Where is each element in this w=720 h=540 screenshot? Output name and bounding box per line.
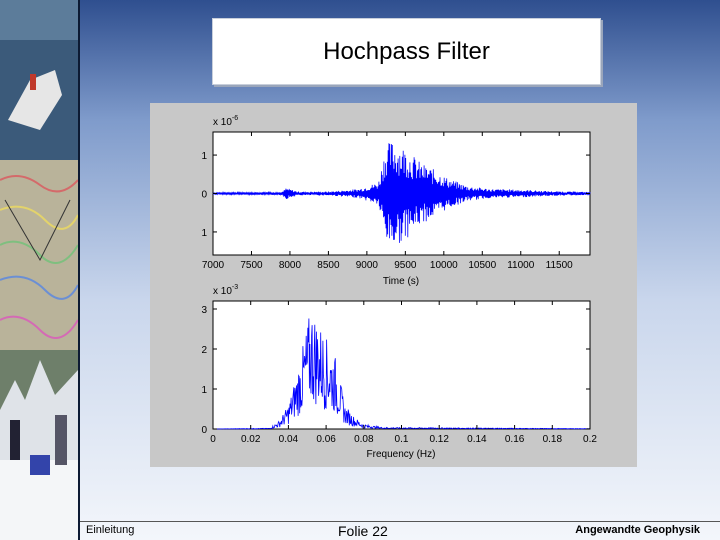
x-tick-label: 8500: [317, 260, 340, 271]
spectrum-exponent-label: x 10-3: [213, 284, 238, 297]
y-tick-label: 1: [201, 228, 207, 239]
figure-panel: 7000 7500 8000 8500 9000 9500 10000 10500 11000 1…: [150, 103, 637, 467]
x-tick-label: 7000: [202, 260, 225, 271]
y-tick-label: 3: [201, 305, 207, 316]
x-tick-label: 0.04: [279, 434, 299, 445]
x-tick-label: 0: [210, 434, 216, 445]
x-tick-label: 0.02: [241, 434, 261, 445]
x-tick-label: 0.16: [505, 434, 525, 445]
footer-section-label: Einleitung: [86, 524, 135, 536]
x-tick-label: 10500: [468, 260, 496, 271]
sidebar-photo-collage: [0, 0, 78, 540]
x-tick-label: 11500: [546, 260, 574, 271]
x-tick-label: 0.18: [543, 434, 563, 445]
title-box: Hochpass Filter: [212, 18, 601, 85]
frequency-axis-label: Frequency (Hz): [367, 449, 436, 460]
x-tick-label: 9000: [356, 260, 379, 271]
photo-collage-image: [0, 0, 78, 540]
footer-course-name: Angewandte Geophysik: [575, 524, 700, 536]
x-tick-label: 0.12: [429, 434, 449, 445]
x-tick-label: 0.14: [467, 434, 487, 445]
x-tick-label: 7500: [240, 260, 263, 271]
footer-slide-number: Folie 22: [338, 523, 388, 539]
x-tick-label: 11000: [507, 260, 535, 271]
x-tick-label: 10000: [430, 260, 458, 271]
y-tick-label: 1: [201, 151, 207, 162]
x-tick-label: 8000: [279, 260, 302, 271]
x-tick-label: 0.2: [583, 434, 597, 445]
x-tick-label: 0.08: [354, 434, 374, 445]
sidebar-divider: [78, 0, 80, 540]
x-tick-label: 0.1: [395, 434, 409, 445]
footer-divider: [80, 521, 720, 522]
frequency-plot-area: [212, 300, 591, 430]
x-tick-label: 0.06: [316, 434, 336, 445]
figure-svg: 7000 7500 8000 8500 9000 9500 10000 10500 11000 1…: [201, 115, 597, 460]
slide-title: Hochpass Filter: [323, 37, 490, 65]
y-tick-label: 1: [201, 385, 207, 396]
x-tick-label: 9500: [394, 260, 417, 271]
time-exponent-label: x 10-6: [213, 115, 238, 128]
y-tick-label: 0: [201, 190, 207, 201]
y-tick-label: 0: [201, 425, 207, 436]
y-tick-label: 2: [201, 345, 207, 356]
time-axis-label: Time (s): [383, 276, 419, 287]
